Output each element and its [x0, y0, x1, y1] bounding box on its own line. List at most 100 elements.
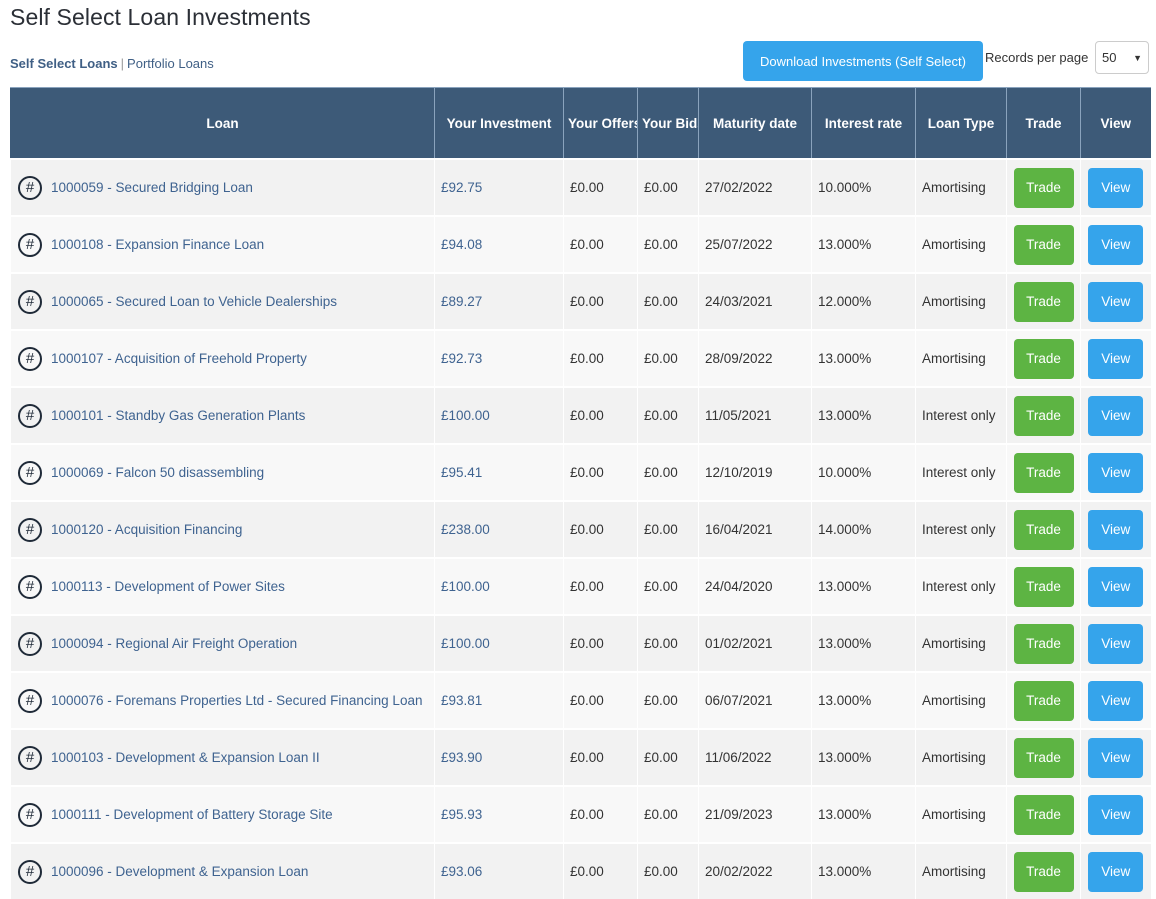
maturity-date-cell: 06/07/2021 [698, 671, 812, 729]
view-button[interactable]: View [1088, 851, 1144, 892]
investment-link[interactable]: £92.73 [441, 351, 482, 366]
interest-rate-cell: 13.000% [811, 557, 916, 615]
trade-button[interactable]: Trade [1013, 851, 1074, 892]
subnav-self-select-loans[interactable]: Self Select Loans [10, 56, 118, 71]
maturity-date-cell: 20/02/2022 [698, 842, 812, 899]
maturity-date-cell: 21/09/2023 [698, 785, 812, 843]
subnav-separator: | [120, 56, 125, 71]
trade-button[interactable]: Trade [1013, 395, 1074, 436]
offers-cell: £0.00 [563, 614, 638, 672]
loan-cell: #1000069 - Falcon 50 disassembling [10, 443, 435, 501]
interest-rate-cell: 13.000% [811, 329, 916, 387]
table-row: #1000059 - Secured Bridging Loan £92.75 £0… [10, 158, 1151, 216]
view-button[interactable]: View [1088, 224, 1144, 265]
investment-link[interactable]: £93.90 [441, 750, 482, 765]
header-your-investment[interactable]: Your Investment [434, 87, 564, 159]
bids-cell: £0.00 [637, 158, 699, 216]
investment-link[interactable]: £94.08 [441, 237, 482, 252]
loan-link[interactable]: 1000103 - Development & Expansion Loan I… [51, 750, 320, 765]
investment-cell: £100.00 [434, 557, 564, 615]
table-row: #1000076 - Foremans Properties Ltd - Sec… [10, 671, 1151, 729]
investment-link[interactable]: £95.93 [441, 807, 482, 822]
view-button[interactable]: View [1088, 737, 1144, 778]
view-button[interactable]: View [1088, 395, 1144, 436]
maturity-date-cell: 11/06/2022 [698, 728, 812, 786]
trade-button[interactable]: Trade [1013, 281, 1074, 322]
loan-link[interactable]: 1000065 - Secured Loan to Vehicle Dealer… [51, 294, 337, 309]
loan-link[interactable]: 1000107 - Acquisition of Freehold Proper… [51, 351, 307, 366]
loan-link[interactable]: 1000096 - Development & Expansion Loan [51, 864, 308, 879]
header-your-offers[interactable]: Your Offers [563, 87, 638, 159]
investment-link[interactable]: £100.00 [441, 579, 490, 594]
header-loan[interactable]: Loan [10, 87, 435, 159]
view-button[interactable]: View [1088, 509, 1144, 550]
investment-link[interactable]: £89.27 [441, 294, 482, 309]
trade-button[interactable]: Trade [1013, 167, 1074, 208]
trade-button[interactable]: Trade [1013, 224, 1074, 265]
bids-cell: £0.00 [637, 842, 699, 899]
view-button[interactable]: View [1088, 167, 1144, 208]
loan-link[interactable]: 1000101 - Standby Gas Generation Plants [51, 408, 305, 423]
hash-icon: # [18, 517, 42, 542]
header-trade: Trade [1006, 87, 1081, 159]
trade-button[interactable]: Trade [1013, 566, 1074, 607]
trade-button[interactable]: Trade [1013, 737, 1074, 778]
loan-cell: #1000101 - Standby Gas Generation Plants [10, 386, 435, 444]
table-row: #1000108 - Expansion Finance Loan £94.08 £… [10, 215, 1151, 273]
maturity-date-cell: 11/05/2021 [698, 386, 812, 444]
view-button[interactable]: View [1088, 680, 1144, 721]
investment-cell: £100.00 [434, 614, 564, 672]
trade-button[interactable]: Trade [1013, 452, 1074, 493]
view-cell: View [1080, 728, 1151, 786]
investment-link[interactable]: £238.00 [441, 522, 490, 537]
header-view: View [1080, 87, 1151, 159]
loan-link[interactable]: 1000069 - Falcon 50 disassembling [51, 465, 264, 480]
records-per-page-select[interactable]: 50 ▼ [1095, 41, 1149, 74]
loan-link[interactable]: 1000094 - Regional Air Freight Operation [51, 636, 297, 651]
view-button[interactable]: View [1088, 338, 1144, 379]
view-button[interactable]: View [1088, 623, 1144, 664]
bids-cell: £0.00 [637, 215, 699, 273]
trade-button[interactable]: Trade [1013, 680, 1074, 721]
loan-link[interactable]: 1000120 - Acquisition Financing [51, 522, 242, 537]
table-row: #1000111 - Development of Battery Storag… [10, 785, 1151, 843]
trade-button[interactable]: Trade [1013, 509, 1074, 550]
trade-button[interactable]: Trade [1013, 623, 1074, 664]
header-loan-type[interactable]: Loan Type [915, 87, 1007, 159]
loan-type-cell: Amortising [915, 614, 1007, 672]
interest-rate-cell: 10.000% [811, 158, 916, 216]
loan-link[interactable]: 1000108 - Expansion Finance Loan [51, 237, 264, 252]
bids-cell: £0.00 [637, 272, 699, 330]
bids-cell: £0.00 [637, 557, 699, 615]
header-interest-rate[interactable]: Interest rate [811, 87, 916, 159]
hash-icon: # [18, 175, 42, 200]
investment-link[interactable]: £93.81 [441, 693, 482, 708]
maturity-date-cell: 27/02/2022 [698, 158, 812, 216]
loan-link[interactable]: 1000059 - Secured Bridging Loan [51, 180, 253, 195]
investment-link[interactable]: £93.06 [441, 864, 482, 879]
investment-link[interactable]: £100.00 [441, 636, 490, 651]
trade-button[interactable]: Trade [1013, 338, 1074, 379]
subnav-portfolio-loans[interactable]: Portfolio Loans [127, 56, 214, 71]
loan-type-cell: Amortising [915, 842, 1007, 899]
view-button[interactable]: View [1088, 452, 1144, 493]
header-maturity-date[interactable]: Maturity date [698, 87, 812, 159]
loan-link[interactable]: 1000076 - Foremans Properties Ltd - Secu… [51, 693, 422, 708]
download-investments-button[interactable]: Download Investments (Self Select) [743, 41, 983, 81]
view-button[interactable]: View [1088, 794, 1144, 835]
view-cell: View [1080, 614, 1151, 672]
investment-link[interactable]: £92.75 [441, 180, 482, 195]
loan-link[interactable]: 1000113 - Development of Power Sites [51, 579, 285, 594]
hash-icon: # [18, 346, 42, 371]
hash-icon: # [18, 574, 42, 599]
investment-link[interactable]: £95.41 [441, 465, 482, 480]
trade-button[interactable]: Trade [1013, 794, 1074, 835]
maturity-date-cell: 28/09/2022 [698, 329, 812, 387]
investment-link[interactable]: £100.00 [441, 408, 490, 423]
view-button[interactable]: View [1088, 281, 1144, 322]
loan-link[interactable]: 1000111 - Development of Battery Storage… [51, 807, 333, 822]
header-your-bids[interactable]: Your Bids [637, 87, 699, 159]
view-button[interactable]: View [1088, 566, 1144, 607]
trade-cell: Trade [1006, 158, 1081, 216]
hash-icon: # [18, 859, 42, 884]
